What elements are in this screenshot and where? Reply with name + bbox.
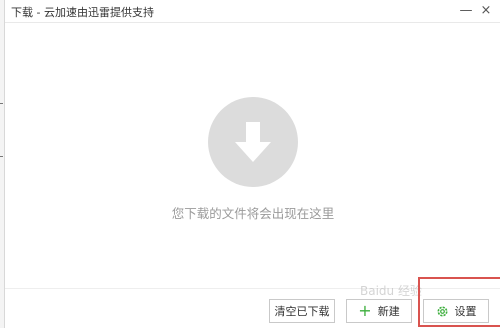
clear-downloaded-label: 清空已下载 [274, 305, 330, 318]
edge-tick [0, 103, 3, 104]
empty-state-illustration [208, 97, 298, 187]
plus-icon: + [358, 301, 372, 320]
settings-highlight-box [418, 277, 500, 327]
minimize-button[interactable]: — [457, 2, 475, 20]
close-button[interactable]: × [477, 2, 495, 20]
clear-downloaded-button[interactable]: 清空已下载 [269, 299, 335, 323]
edge-tick [0, 156, 3, 157]
baidu-watermark: Baidu 经验 [360, 284, 422, 298]
empty-state-message: 您下载的文件将会出现在这里 [171, 206, 335, 221]
new-task-button[interactable]: + 新建 [346, 299, 412, 323]
download-arrow-icon [208, 97, 298, 187]
new-task-label: 新建 [377, 305, 400, 318]
download-window: 下载 - 云加速由迅雷提供支持 — × 您下载的文件将会出现在这里 Baidu … [4, 0, 500, 328]
window-title: 下载 - 云加速由迅雷提供支持 [11, 6, 154, 19]
title-bar: 下载 - 云加速由迅雷提供支持 — × [5, 0, 500, 23]
